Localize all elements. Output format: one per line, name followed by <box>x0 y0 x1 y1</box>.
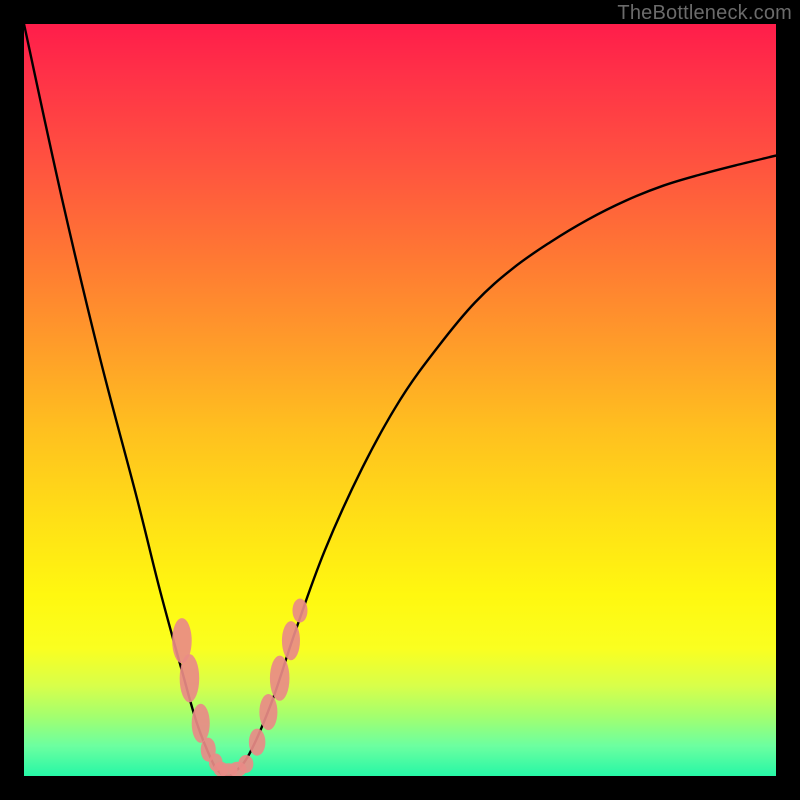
curve-layer <box>24 24 776 776</box>
plot-area <box>24 24 776 776</box>
watermark-text: TheBottleneck.com <box>617 2 792 25</box>
curve-markers <box>172 599 307 776</box>
marker-right-cluster-mid-b <box>270 656 290 701</box>
marker-left-cluster-mid-b <box>192 704 210 743</box>
marker-bottom-d <box>238 755 253 773</box>
marker-right-cluster-high <box>282 621 300 660</box>
marker-right-cluster-mid-a <box>259 694 277 730</box>
chart-frame: TheBottleneck.com <box>0 0 800 800</box>
marker-right-cluster-low <box>249 729 266 756</box>
marker-right-cluster-top <box>292 599 307 623</box>
bottleneck-curve <box>24 24 776 776</box>
marker-left-cluster-mid-a <box>180 654 200 702</box>
